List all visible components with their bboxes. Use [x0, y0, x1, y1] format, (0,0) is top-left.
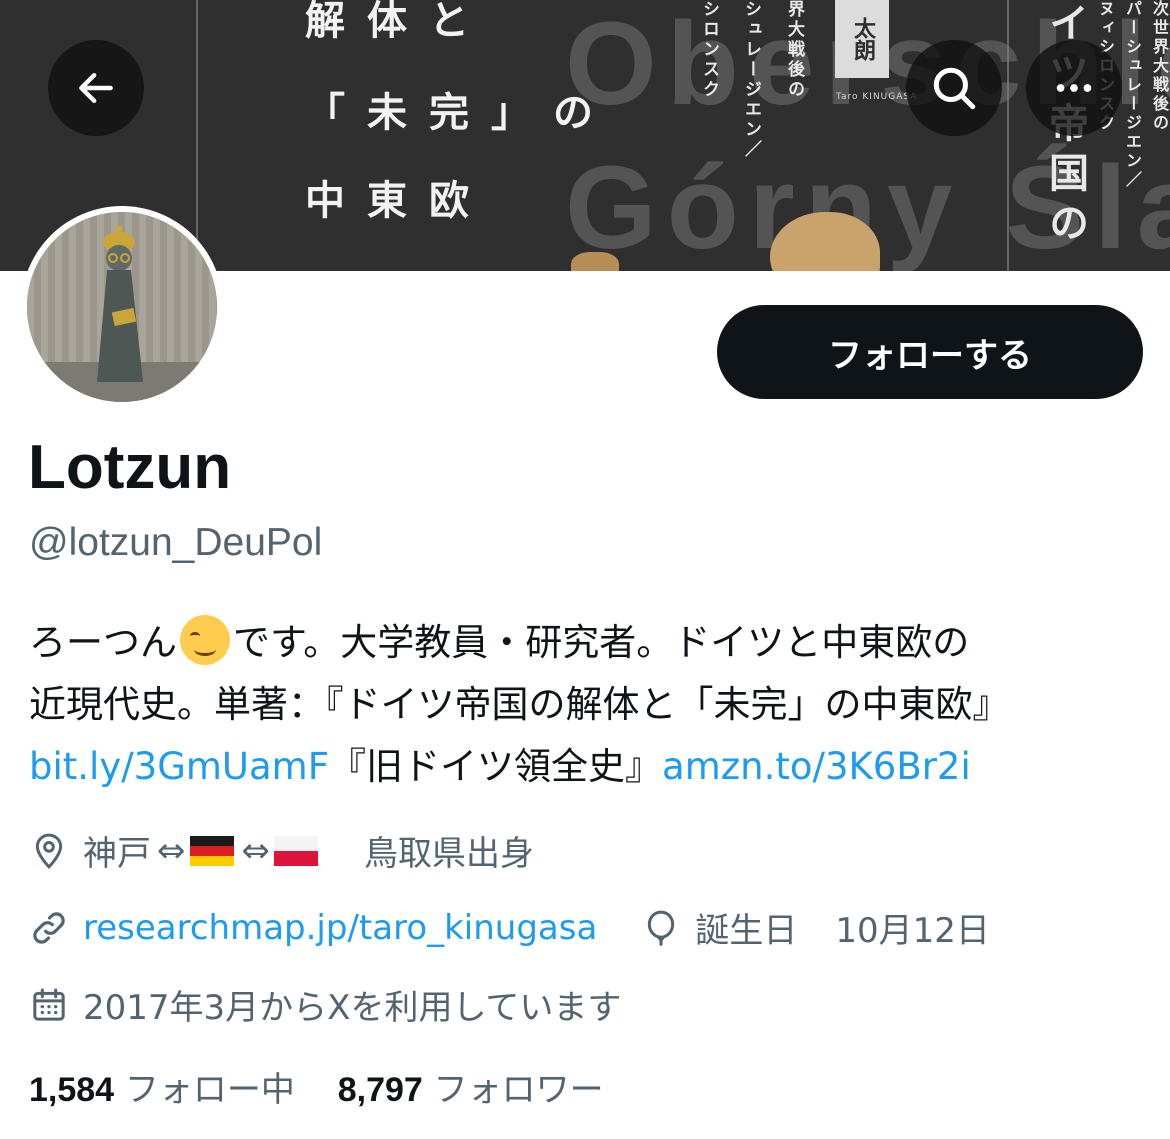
user-handle: @lotzun_DeuPol — [29, 521, 323, 564]
joined-text: 2017年3月からXを利用しています — [83, 988, 622, 1028]
banner-title-line-3: 中東欧 — [305, 178, 491, 224]
banner-vertical-text: 界大戦後の — [784, 0, 804, 100]
more-horizontal-icon — [1056, 84, 1092, 92]
banner-author-name: 太朗 — [835, 0, 889, 78]
location-arrow: ⇔ — [157, 830, 186, 871]
banner-divider — [1007, 0, 1009, 271]
banner-vertical-text: シュレージエン／ — [741, 0, 761, 160]
location-city: 神戸 — [83, 834, 151, 874]
poland-flag-icon — [274, 835, 318, 866]
following-label: フォロー中 — [124, 1070, 295, 1110]
display-name: Lotzun — [28, 433, 232, 502]
banner-title-line-2: 「未完」の — [305, 90, 615, 136]
location-pin-icon — [29, 831, 69, 871]
balloon-icon — [641, 908, 681, 948]
bio-text: ろーつん — [29, 621, 177, 664]
banner-vertical-text: パーシュレージエン／ — [1123, 0, 1142, 190]
profile-bio: ろーつん です。大学教員・研究者。ドイツと中東欧の 近現代史。単著：『ドイツ帝国の… — [29, 612, 1149, 798]
calendar-icon — [29, 985, 69, 1025]
location-origin: 鳥取県出身 — [364, 834, 534, 874]
banner-image-fragment — [571, 252, 619, 271]
profile-location: 神戸 ⇔ ⇔ 鳥取県出身 — [29, 826, 534, 875]
bio-line-2: 近現代史。単著：『ドイツ帝国の解体と「未完」の中東欧』 — [29, 683, 1010, 726]
bio-link-amazon[interactable]: amzn.to/3K6Br2i — [662, 745, 971, 788]
bio-line-3: bit.ly/3GmUamF『旧ドイツ領全史』amzn.to/3K6Br2i — [29, 736, 1149, 798]
following-link[interactable]: 1,584 フォロー中 — [29, 1070, 306, 1110]
avatar[interactable] — [21, 206, 223, 408]
followers-link[interactable]: 8,797 フォロワー — [338, 1070, 604, 1110]
search-button[interactable] — [906, 40, 1002, 136]
back-button[interactable] — [48, 40, 144, 136]
smiling-face-emoji-icon — [180, 615, 230, 665]
followers-label: フォロワー — [433, 1070, 604, 1110]
birthday-label: 誕生日 — [695, 911, 798, 951]
banner-author-latin: Taro KINUGASA — [836, 92, 918, 102]
bio-text: 『旧ドイツ領全史』 — [329, 745, 663, 788]
avatar-image — [27, 212, 217, 402]
profile-joined-date: 2017年3月からXを利用しています — [29, 980, 621, 1029]
search-icon — [933, 67, 976, 110]
banner-vertical-text: シロンスク — [699, 0, 719, 100]
banner-title-line-1: 解体と — [305, 0, 491, 44]
bio-line-1: ろーつん です。大学教員・研究者。ドイツと中東欧の — [29, 612, 1149, 674]
more-button[interactable] — [1026, 40, 1122, 136]
germany-flag-icon — [189, 835, 234, 866]
birthday-date: 10月12日 — [835, 911, 990, 951]
profile-website-link[interactable]: researchmap.jp/taro_kinugasa — [83, 908, 597, 948]
link-icon — [29, 908, 69, 948]
location-arrow: ⇔ — [241, 830, 271, 871]
arrow-left-icon — [79, 72, 113, 104]
banner-divider — [196, 0, 198, 271]
following-count: 1,584 — [29, 1071, 115, 1109]
bio-text: です。大学教員・研究者。ドイツと中東欧の — [233, 621, 970, 664]
profile-website-birthday: researchmap.jp/taro_kinugasa 誕生日 10月12日 — [29, 903, 990, 952]
banner-vertical-text: 次世界大戦後の — [1150, 0, 1169, 133]
bio-link-bitly[interactable]: bit.ly/3GmUamF — [29, 745, 329, 788]
followers-count: 8,797 — [337, 1071, 423, 1109]
profile-stats: 1,584 フォロー中 8,797 フォロワー — [29, 1062, 604, 1111]
follow-button[interactable]: フォローする — [717, 305, 1143, 399]
